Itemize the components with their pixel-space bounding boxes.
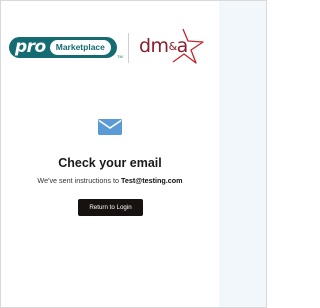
return-to-login-button[interactable]: Return to Login	[78, 199, 143, 216]
pro-logo-word: pro	[15, 37, 46, 57]
trademark-mark: TM	[117, 54, 123, 59]
pro-logo-subtitle: Marketplace	[49, 40, 111, 55]
content-panel: pro Marketplace TM dm&a Check your email…	[1, 1, 219, 307]
page-title: Check your email	[58, 156, 162, 170]
pro-marketplace-logo: pro Marketplace	[9, 37, 117, 58]
dma-logo-amp: &	[168, 40, 178, 53]
dma-logo: dm&a	[135, 27, 205, 65]
side-panel	[219, 1, 266, 307]
logo-divider	[128, 33, 129, 63]
login-card: pro Marketplace TM dm&a Check your email…	[0, 0, 267, 308]
dma-logo-dm: dm	[139, 35, 169, 57]
dma-logo-text: dm&a	[139, 37, 188, 56]
message-text: We've sent instructions to	[37, 176, 121, 185]
email-address: Test@testing.com	[120, 176, 183, 185]
instructions-message: We've sent instructions to Test@testing.…	[1, 176, 219, 185]
dma-logo-a: a	[176, 35, 189, 57]
envelope-icon	[98, 119, 122, 135]
